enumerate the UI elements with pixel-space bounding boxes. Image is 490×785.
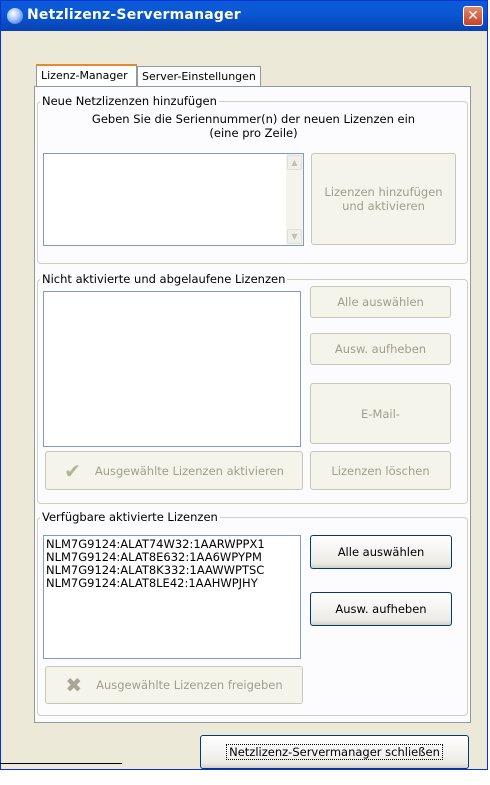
release-selected-licenses-button[interactable]: ✖ Ausgewählte Lizenzen freigeben	[45, 666, 303, 704]
inactive-select-all-button[interactable]: Alle auswählen	[310, 286, 451, 318]
title-bar[interactable]: Netzlizenz-Servermanager ✕	[1, 1, 487, 31]
window-title: Netzlizenz-Servermanager	[27, 7, 241, 23]
x-mark-icon: ✖	[65, 673, 83, 697]
active-deselect-button[interactable]: Ausw. aufheben	[310, 592, 452, 626]
inactive-licenses-list[interactable]	[43, 291, 301, 447]
license-server-manager-window: Netzlizenz-Servermanager ✕ Lizenz-Manage…	[0, 0, 488, 770]
close-window-button[interactable]: ✕	[463, 6, 483, 26]
activate-button-label: Ausgewählte Lizenzen aktivieren	[94, 463, 284, 478]
instruction-line-1: Geben Sie die Seriennummer(n) der neuen …	[91, 112, 416, 126]
scroll-down-arrow-icon[interactable]: ▼	[287, 229, 302, 244]
close-server-manager-button[interactable]: Netzlizenz-Servermanager schließen	[200, 735, 469, 769]
email-button[interactable]: E-Mail-	[310, 383, 451, 444]
activate-selected-licenses-button[interactable]: ✔ Ausgewählte Lizenzen aktivieren	[45, 451, 303, 490]
add-button-label-line2: und aktivieren	[342, 199, 425, 213]
scroll-up-arrow-icon[interactable]: ▲	[287, 155, 302, 170]
add-button-label-line1: Lizenzen hinzufügen	[324, 185, 443, 199]
license-manager-panel: Neue Netzlizenzen hinzufügen Geben Sie d…	[34, 86, 471, 723]
release-button-label: Ausgewählte Lizenzen freigeben	[96, 678, 283, 692]
tab-label: Server-Einstellungen	[142, 70, 256, 83]
add-and-activate-licenses-button[interactable]: Lizenzen hinzufügen und aktivieren	[311, 153, 456, 245]
inactive-deselect-button[interactable]: Ausw. aufheben	[310, 333, 451, 365]
server-license-icon	[7, 8, 23, 24]
tab-server-settings[interactable]: Server-Einstellungen	[137, 66, 261, 86]
delete-licenses-button[interactable]: Lizenzen löschen	[310, 451, 451, 490]
tab-label: Lizenz-Manager	[41, 69, 128, 82]
active-select-all-button[interactable]: Alle auswählen	[310, 535, 452, 569]
checkmark-icon: ✔	[64, 458, 81, 483]
tab-license-manager[interactable]: Lizenz-Manager	[36, 64, 137, 86]
license-list-item[interactable]: NLM7G9124:ALAT8LE42:1AAHWPJHY	[46, 577, 300, 590]
new-licenses-instructions: Geben Sie die Seriennummer(n) der neuen …	[35, 112, 472, 140]
serial-number-input[interactable]: ▲ ▼	[43, 153, 304, 246]
close-manager-label: Netzlizenz-Servermanager schließen	[226, 744, 443, 760]
divider-line	[0, 763, 122, 764]
instruction-line-2: (eine pro Zeile)	[209, 126, 298, 140]
active-licenses-legend: Verfügbare aktivierte Lizenzen	[42, 510, 218, 524]
new-licenses-legend: Neue Netzlizenzen hinzufügen	[42, 94, 217, 108]
inactive-licenses-legend: Nicht aktivierte und abgelaufene Lizenze…	[42, 272, 286, 286]
serial-input-scrollbar[interactable]: ▲ ▼	[286, 154, 303, 245]
active-licenses-list[interactable]: NLM7G9124:ALAT74W32:1AARWPPX1 NLM7G9124:…	[43, 535, 301, 659]
